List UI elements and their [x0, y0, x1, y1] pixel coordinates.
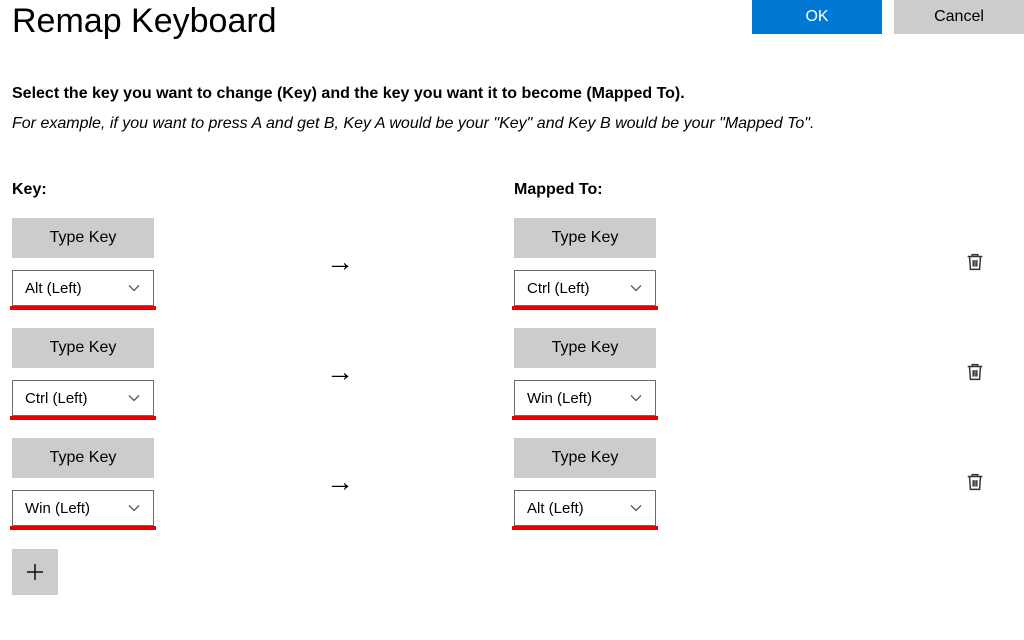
page-title: Remap Keyboard	[12, 2, 277, 41]
mapping-row: Type Key Ctrl (Left) → Type Key Win (Lef…	[12, 317, 1024, 427]
chevron-down-icon	[629, 501, 643, 515]
header-buttons: OK Cancel	[752, 0, 1024, 34]
instruction-example: For example, if you want to press A and …	[12, 115, 1024, 133]
key-select-value: Win (Left)	[25, 500, 90, 517]
type-key-button[interactable]: Type Key	[12, 218, 154, 258]
mapped-column-header: Mapped To:	[514, 181, 603, 199]
type-key-button[interactable]: Type Key	[12, 328, 154, 368]
delete-row-button[interactable]	[964, 361, 986, 383]
mapping-row: Type Key Win (Left) → Type Key Alt (Left…	[12, 427, 1024, 537]
ok-button[interactable]: OK	[752, 0, 882, 34]
key-column-header: Key:	[12, 181, 514, 199]
delete-row-button[interactable]	[964, 251, 986, 273]
type-key-button[interactable]: Type Key	[514, 328, 656, 368]
chevron-down-icon	[127, 391, 141, 405]
chevron-down-icon	[629, 391, 643, 405]
mapped-cell: Type Key Alt (Left)	[514, 438, 804, 526]
mapped-select[interactable]: Win (Left)	[514, 380, 656, 416]
chevron-down-icon	[127, 501, 141, 515]
mapped-cell: Type Key Ctrl (Left)	[514, 218, 804, 306]
key-select[interactable]: Alt (Left)	[12, 270, 154, 306]
key-select[interactable]: Win (Left)	[12, 490, 154, 526]
columns-header: Key: Mapped To:	[12, 181, 1024, 199]
key-select-value: Alt (Left)	[25, 280, 82, 297]
key-cell: Type Key Win (Left)	[12, 438, 302, 526]
add-row-button[interactable]	[12, 549, 58, 595]
type-key-button[interactable]: Type Key	[514, 218, 656, 258]
mapped-select-value: Ctrl (Left)	[527, 280, 590, 297]
cancel-button[interactable]: Cancel	[894, 0, 1024, 34]
arrow-icon: →	[302, 356, 514, 388]
key-cell: Type Key Ctrl (Left)	[12, 328, 302, 416]
mapped-cell: Type Key Win (Left)	[514, 328, 804, 416]
mapping-row: Type Key Alt (Left) → Type Key Ctrl (Lef…	[12, 207, 1024, 317]
delete-row-button[interactable]	[964, 471, 986, 493]
key-select-value: Ctrl (Left)	[25, 390, 88, 407]
instructions: Select the key you want to change (Key) …	[12, 85, 1024, 133]
mapping-rows: Type Key Alt (Left) → Type Key Ctrl (Lef…	[12, 207, 1024, 537]
chevron-down-icon	[629, 281, 643, 295]
chevron-down-icon	[127, 281, 141, 295]
type-key-button[interactable]: Type Key	[514, 438, 656, 478]
instruction-primary: Select the key you want to change (Key) …	[12, 85, 1024, 103]
mapped-select[interactable]: Ctrl (Left)	[514, 270, 656, 306]
mapped-select-value: Win (Left)	[527, 390, 592, 407]
mapped-select-value: Alt (Left)	[527, 500, 584, 517]
mapped-select[interactable]: Alt (Left)	[514, 490, 656, 526]
arrow-icon: →	[302, 466, 514, 498]
key-select[interactable]: Ctrl (Left)	[12, 380, 154, 416]
key-cell: Type Key Alt (Left)	[12, 218, 302, 306]
arrow-icon: →	[302, 246, 514, 278]
type-key-button[interactable]: Type Key	[12, 438, 154, 478]
